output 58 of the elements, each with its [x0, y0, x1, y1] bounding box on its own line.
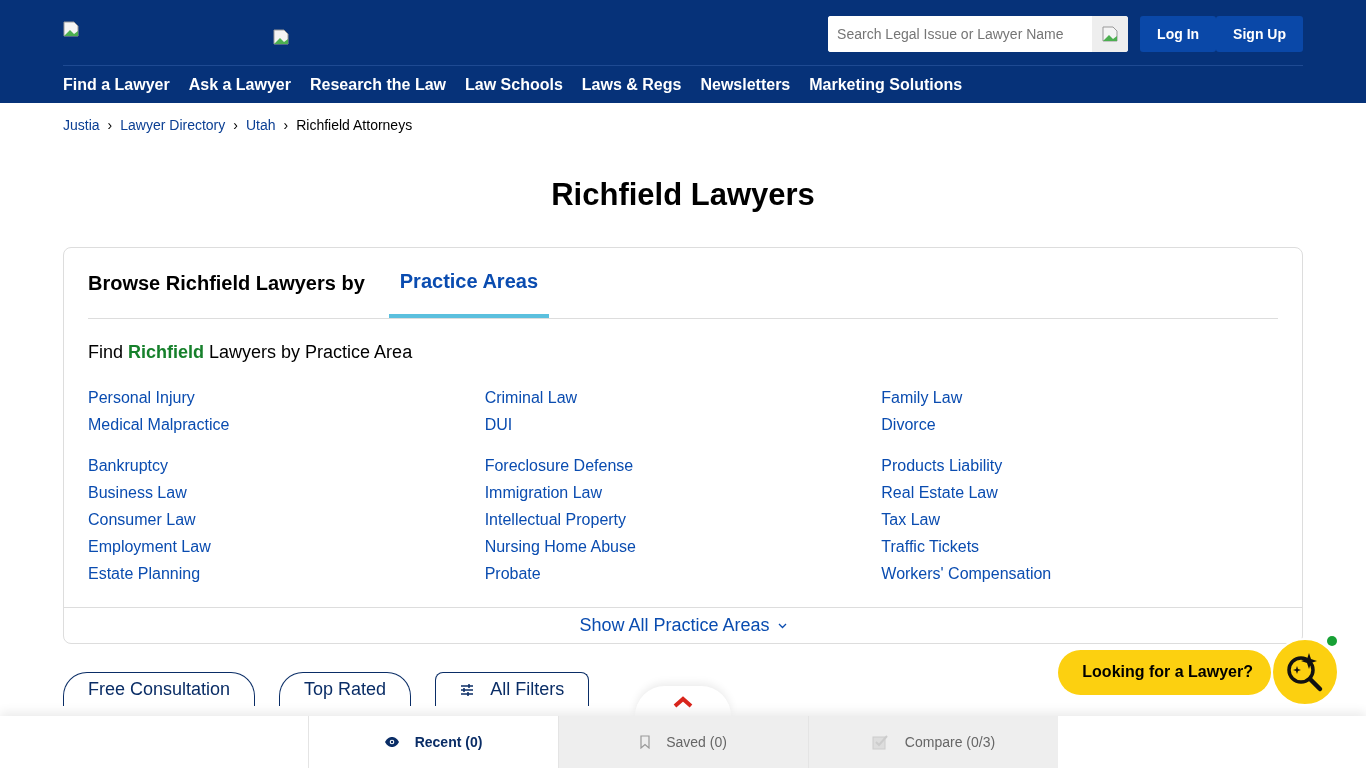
practice-area-link[interactable]: Products Liability — [881, 452, 1003, 480]
nav-link[interactable]: Research the Law — [310, 72, 447, 97]
sign-up-button[interactable]: Sign Up — [1216, 16, 1303, 52]
filter-chip[interactable]: Free Consultation — [63, 672, 256, 707]
practice-area-link[interactable]: Business Law — [88, 479, 187, 507]
breadcrumb-link[interactable]: Utah — [245, 115, 276, 136]
practice-area-link[interactable]: Consumer Law — [88, 506, 196, 534]
bottom-tab[interactable]: Saved (0) — [558, 716, 808, 768]
practice-area-link[interactable]: Criminal Law — [484, 384, 578, 412]
breadcrumb-current: Richfield Attorneys — [296, 116, 413, 135]
bottom-tab[interactable]: Compare (0/3) — [808, 716, 1058, 768]
practice-area-link[interactable]: Nursing Home Abuse — [484, 533, 636, 561]
nav-link[interactable]: Newsletters — [700, 72, 791, 97]
log-in-button[interactable]: Log In — [1140, 16, 1217, 52]
breadcrumb-separator: › — [233, 116, 238, 135]
nav-link[interactable]: Marketing Solutions — [809, 72, 963, 97]
filter-chip[interactable]: Top Rated — [279, 672, 412, 707]
practice-area-link[interactable]: DUI — [484, 411, 513, 439]
practice-area-link[interactable]: Workers' Compensation — [881, 560, 1052, 588]
practice-area-link[interactable]: Foreclosure Defense — [484, 452, 634, 480]
practice-area-link[interactable]: Estate Planning — [88, 560, 201, 588]
breadcrumb-link[interactable]: Justia — [63, 115, 100, 136]
breadcrumb-link[interactable]: Lawyer Directory — [120, 115, 226, 136]
filters-button[interactable]: All Filters — [435, 672, 590, 707]
assistant-button[interactable]: Looking for a Lawyer? — [1058, 649, 1271, 695]
show-all-link[interactable]: Show All Practice Areas — [579, 612, 787, 640]
practice-area-link[interactable]: Immigration Law — [484, 479, 603, 507]
nav-link[interactable]: Find a Lawyer — [63, 72, 170, 97]
practice-area-link[interactable]: Probate — [484, 560, 541, 588]
bookmark-icon — [640, 735, 651, 749]
practice-area-link[interactable]: Family Law — [881, 384, 963, 412]
search-field[interactable]: Search Legal Issue or Lawyer Name — [828, 16, 1129, 52]
practice-area-link[interactable]: Medical Malpractice — [88, 411, 230, 439]
practice-area-link[interactable]: Tax Law — [881, 506, 940, 534]
sliders-icon — [460, 682, 475, 697]
nav-link[interactable]: Law Schools — [465, 72, 563, 97]
breadcrumb-separator: › — [107, 116, 113, 135]
practice-area-link[interactable]: Personal Injury — [88, 384, 195, 412]
chevron-down-icon — [777, 622, 787, 629]
practice-area-link[interactable]: Bankruptcy — [88, 452, 169, 480]
nav-link[interactable]: Ask a Lawyer — [188, 72, 291, 97]
practice-area-link[interactable]: Divorce — [881, 411, 936, 439]
nav-link[interactable]: Laws & Regs — [581, 72, 682, 97]
bottom-tab[interactable]: Recent (0) — [308, 716, 558, 768]
practice-area-link[interactable]: Real Estate Law — [881, 479, 998, 507]
eye-icon — [384, 737, 399, 747]
tab[interactable]: Practice Areas — [388, 248, 549, 319]
caret-up-icon — [673, 695, 693, 708]
broken-image-icon — [1102, 26, 1119, 42]
browse-label: Browse Richfield Lawyers by — [88, 271, 365, 297]
practice-area-link[interactable]: Intellectual Property — [484, 506, 627, 534]
page-title: Richfield Lawyers — [550, 176, 816, 214]
section-heading: Find Richfield Lawyers by Practice Area — [88, 341, 414, 365]
search-button[interactable] — [1092, 16, 1129, 52]
practice-area-link[interactable]: Employment Law — [88, 533, 211, 561]
practice-area-link[interactable]: Traffic Tickets — [881, 533, 980, 561]
breadcrumb-separator: › — [283, 116, 289, 135]
checkbox-icon — [871, 734, 889, 750]
